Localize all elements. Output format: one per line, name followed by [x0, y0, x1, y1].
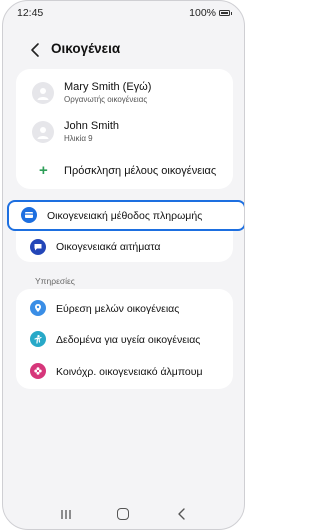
recent-apps-icon[interactable] [60, 509, 72, 520]
find-family-members-label: Εύρεση μελών οικογένειας [56, 303, 180, 315]
status-time: 12:45 [17, 7, 44, 19]
member-name: Mary Smith (Εγώ) [64, 81, 152, 93]
member-row-mary[interactable]: Mary Smith (Εγώ) Οργανωτής οικογένειας [16, 73, 233, 111]
find-family-members-item[interactable]: Εύρεση μελών οικογένειας [16, 293, 233, 323]
shared-family-album-item[interactable]: Κοινόχρ. οικογενειακό άλμπουμ [16, 357, 233, 387]
battery-percent: 100% [189, 7, 216, 19]
page-title: Οικογένεια [51, 41, 121, 56]
services-card: Εύρεση μελών οικογένειας Δεδομένα για υγ… [16, 289, 233, 389]
avatar [32, 82, 54, 104]
navigation-bar [3, 501, 244, 529]
battery-icon [219, 10, 232, 16]
status-right: 100% [189, 7, 232, 19]
phone-frame: 12:45 100% Οικογένεια Mary Smith (Εγώ) Ο… [2, 0, 245, 530]
shared-family-album-label: Κοινόχρ. οικογενειακό άλμπουμ [56, 366, 203, 378]
plus-icon: + [39, 162, 48, 179]
credit-card-icon [21, 207, 37, 223]
family-requests-item[interactable]: Οικογενειακά αιτήματα [16, 233, 233, 261]
invite-label: Πρόσκληση μέλους οικογένειας [64, 165, 217, 177]
chat-bubble-icon [30, 239, 46, 255]
family-health-data-label: Δεδομένα για υγεία οικογένειας [56, 334, 201, 346]
member-role: Οργανωτής οικογένειας [64, 95, 148, 104]
back-arrow-icon[interactable] [29, 41, 43, 59]
status-bar: 12:45 100% [3, 1, 244, 25]
services-section-label: Υπηρεσίες [35, 276, 75, 286]
members-card: Mary Smith (Εγώ) Οργανωτής οικογένειας J… [16, 69, 233, 189]
person-icon [37, 88, 49, 100]
invite-member-button[interactable]: + Πρόσκληση μέλους οικογένειας [16, 157, 233, 185]
family-payment-method-item[interactable]: Οικογενειακή μέθοδος πληρωμής [7, 200, 244, 231]
family-requests-label: Οικογενειακά αιτήματα [56, 241, 161, 253]
health-figure-icon [30, 331, 46, 347]
back-nav-icon[interactable] [177, 508, 187, 520]
home-icon[interactable] [117, 508, 129, 520]
person-icon [37, 127, 49, 139]
avatar [32, 121, 54, 143]
family-health-data-item[interactable]: Δεδομένα για υγεία οικογένειας [16, 325, 233, 355]
page-header: Οικογένεια [3, 37, 244, 63]
location-pin-icon [30, 300, 46, 316]
family-payment-label: Οικογενειακή μέθοδος πληρωμής [47, 210, 203, 222]
member-name: John Smith [64, 120, 120, 132]
member-row-john[interactable]: John Smith Ηλικία 9 [16, 113, 233, 151]
member-role: Ηλικία 9 [64, 134, 93, 143]
flower-icon [30, 363, 46, 379]
